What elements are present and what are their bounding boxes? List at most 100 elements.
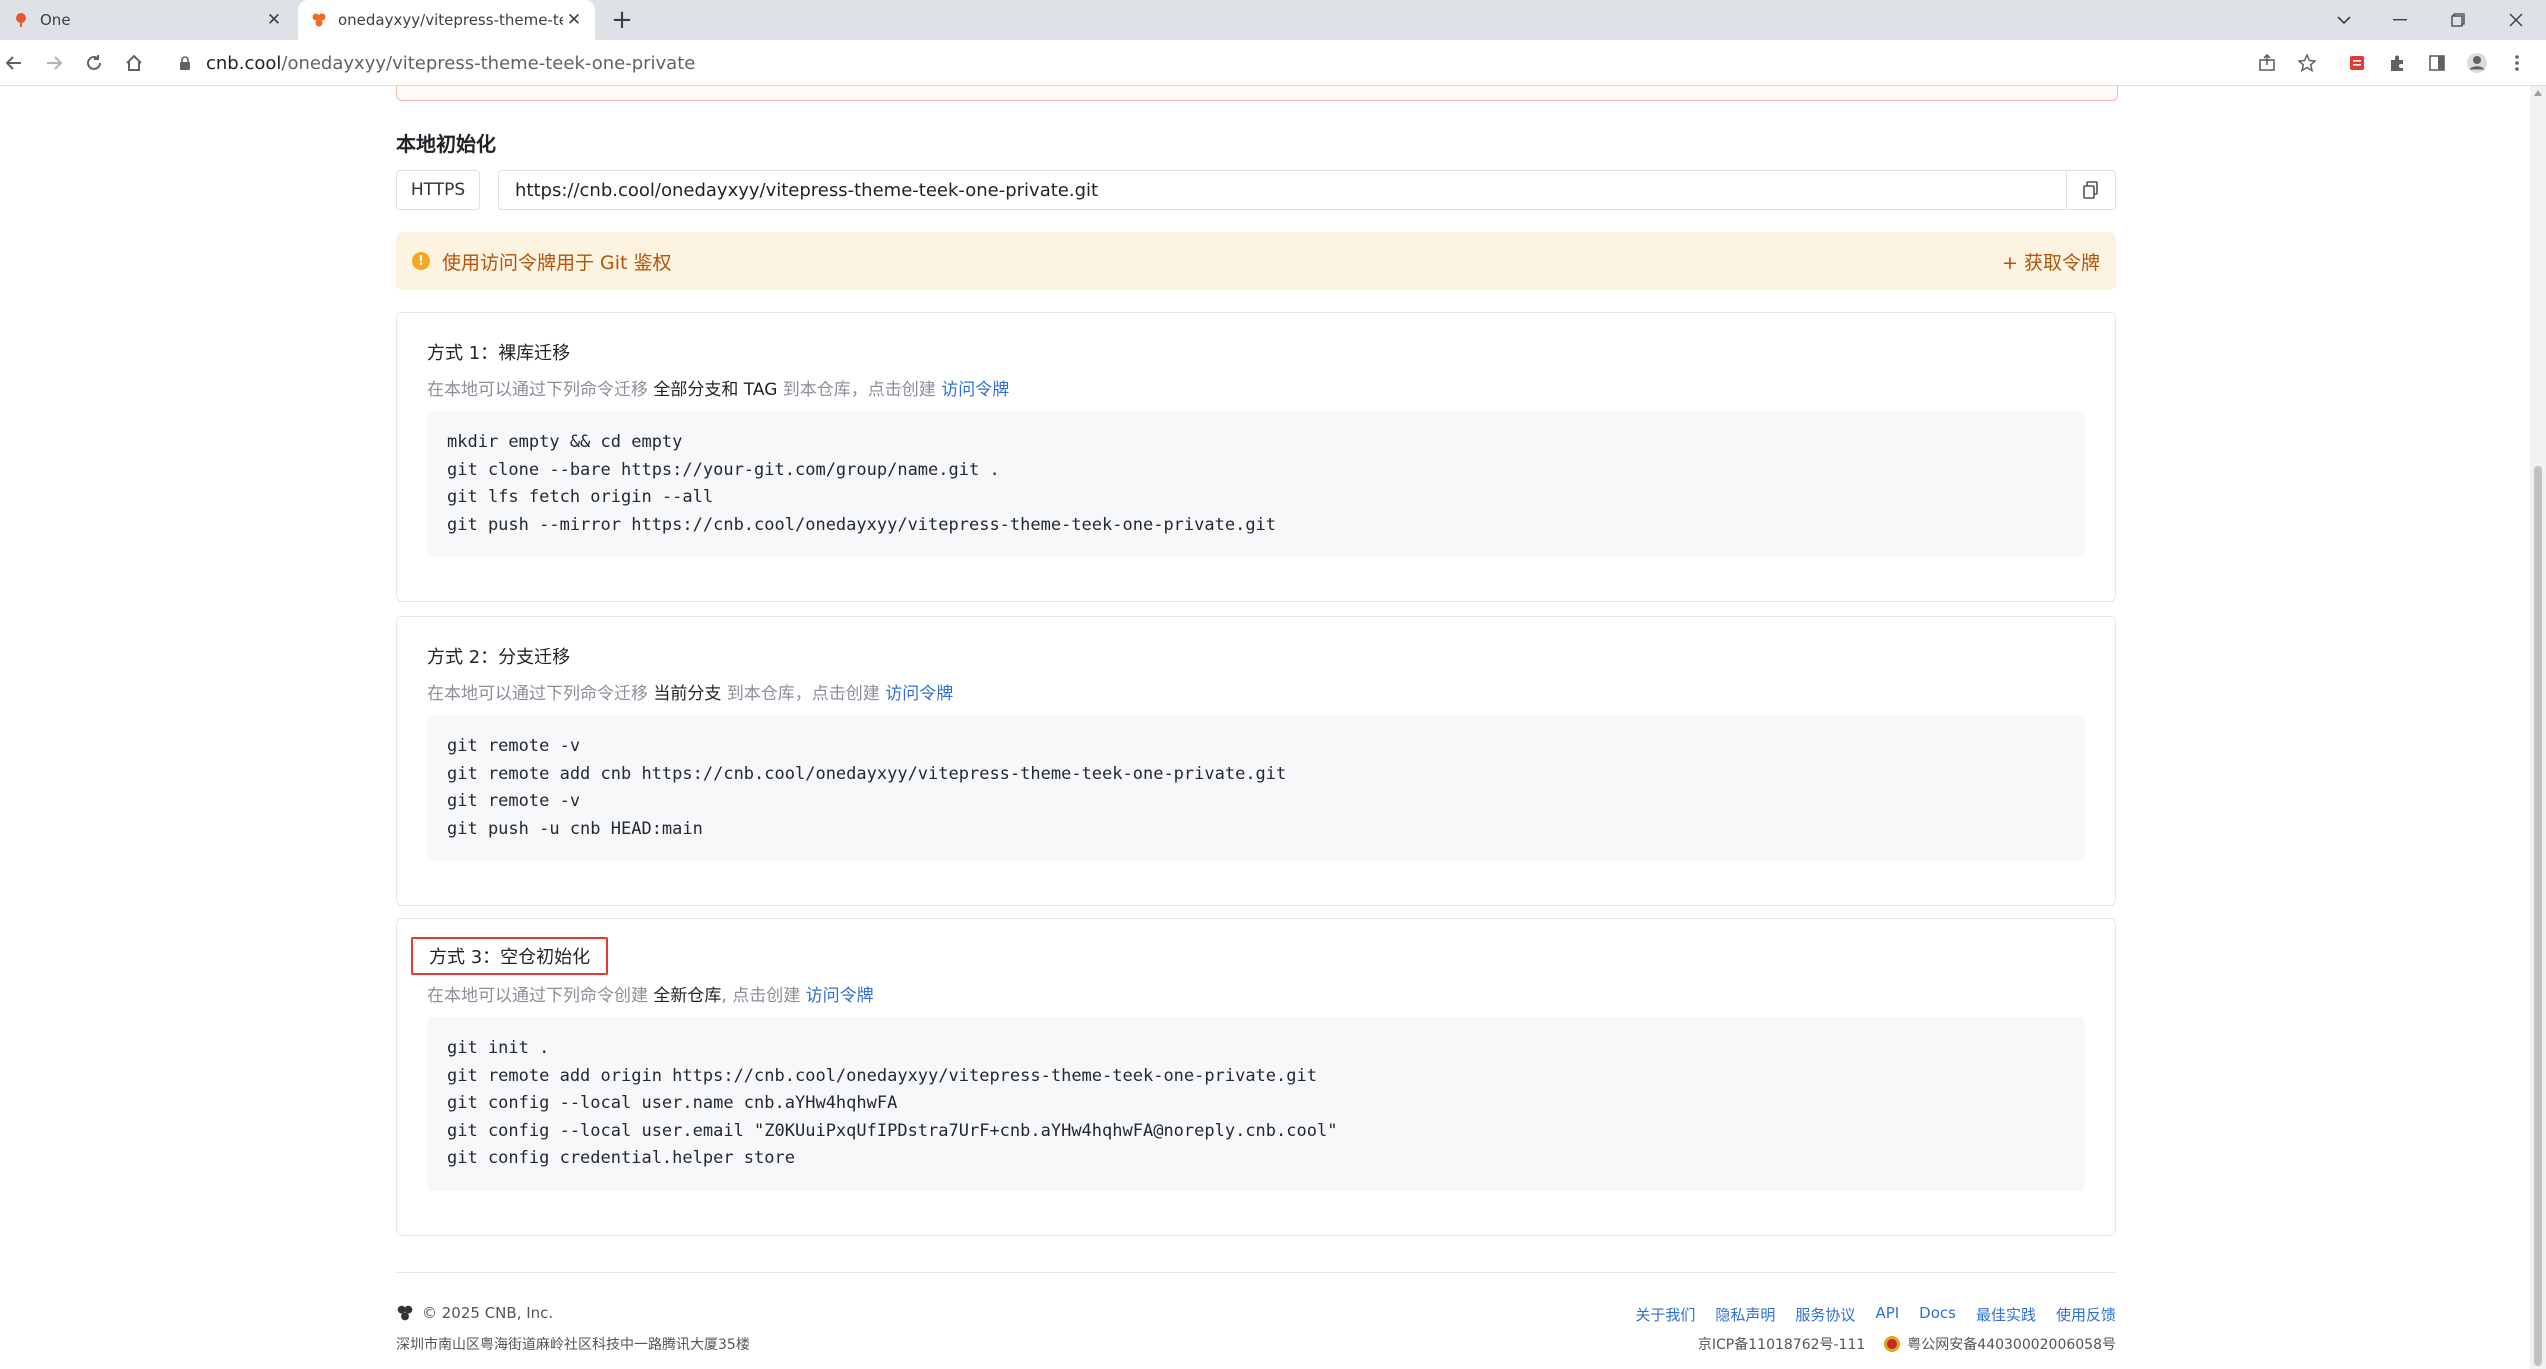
scrollbar-thumb[interactable] [2534, 466, 2542, 1366]
copy-icon[interactable] [2066, 171, 2115, 209]
footer-links: 关于我们 隐私声明 服务协议 API Docs 最佳实践 使用反馈 [1635, 1304, 2116, 1325]
address-bar[interactable]: cnb.cool/onedayxyy/vitepress-theme-teek-… [160, 45, 2340, 81]
police-record[interactable]: 粤公网安备44030002006058号 [1883, 1334, 2116, 1354]
back-icon[interactable] [0, 49, 28, 77]
get-token-button[interactable]: + 获取令牌 [2002, 248, 2100, 275]
method-title: 方式 2：分支迁移 [427, 647, 571, 668]
code-line: git push -u cnb HEAD:main [447, 818, 703, 839]
footer-link-terms[interactable]: 服务协议 [1795, 1304, 1855, 1325]
close-window-icon[interactable] [2488, 0, 2544, 40]
desc-emphasis: 全新仓库 [653, 986, 722, 1006]
desc-prefix: 在本地可以通过下列命令创建 [427, 986, 648, 1006]
method-card-1: 方式 1：裸库迁移 在本地可以通过下列命令迁移 全部分支和 TAG 到本仓库，点… [396, 312, 2116, 602]
code-line: git config --local user.email "Z0KUuiPxq… [447, 1120, 1338, 1141]
footer-address: 深圳市南山区粤海街道麻岭社区科技中一路腾讯大厦35楼 [396, 1337, 750, 1353]
code-line: git config credential.helper store [447, 1148, 795, 1168]
footer-link-docs[interactable]: Docs [1919, 1304, 1956, 1325]
method-description: 在本地可以通过下列命令迁移 全部分支和 TAG 到本仓库，点击创建 访问令牌 [427, 375, 1009, 400]
desc-emphasis: 当前分支 [653, 684, 722, 704]
new-tab-icon[interactable]: + [608, 5, 636, 35]
code-line: git lfs fetch origin --all [447, 487, 714, 507]
method-card-3: 方式 3：空仓初始化 在本地可以通过下列命令创建 全新仓库, 点击创建 访问令牌… [396, 918, 2116, 1236]
share-icon[interactable] [2254, 50, 2280, 76]
code-block[interactable]: git remote -v git remote add cnb https:/… [427, 715, 2085, 861]
footer-link-feedback[interactable]: 使用反馈 [2056, 1304, 2116, 1325]
cnb-favicon-icon [310, 11, 328, 29]
page-viewport: 本地初始化 HTTPS https://cnb.cool/onedayxyy/v… [0, 86, 2530, 1369]
clone-url-field[interactable]: https://cnb.cool/onedayxyy/vitepress-the… [498, 170, 2116, 210]
minimize-icon[interactable] [2372, 0, 2428, 40]
code-line: git remote add origin https://cnb.cool/o… [447, 1065, 1317, 1086]
scroll-up-icon[interactable] [2534, 90, 2542, 96]
desc-suffix: , 点击创建 [721, 986, 801, 1006]
extension-red-icon[interactable] [2344, 50, 2370, 76]
warning-icon: ! [412, 252, 430, 270]
desc-suffix: 到本仓库，点击创建 [726, 684, 880, 704]
lock-icon [178, 55, 192, 71]
url-path: /onedayxyy/vitepress-theme-teek-one-priv… [281, 52, 696, 74]
method-description: 在本地可以通过下列命令创建 全新仓库, 点击创建 访问令牌 [427, 981, 874, 1006]
code-line: git clone --bare https://your-git.com/gr… [447, 459, 1000, 480]
method-title-highlighted: 方式 3：空仓初始化 [411, 937, 609, 975]
browser-tab-active[interactable]: onedayxyy/vitepress-theme-te ✕ [298, 0, 595, 40]
side-panel-icon[interactable] [2424, 50, 2450, 76]
extensions-puzzle-icon[interactable] [2384, 50, 2410, 76]
protocol-select[interactable]: HTTPS [396, 170, 480, 210]
footer-link-about[interactable]: 关于我们 [1635, 1304, 1695, 1325]
restore-icon[interactable] [2430, 0, 2486, 40]
code-line: git remote -v [447, 736, 581, 756]
footer-divider [396, 1272, 2116, 1273]
url-host: cnb.cool [206, 52, 282, 74]
section-title: 本地初始化 [396, 132, 496, 156]
browser-toolbar: cnb.cool/onedayxyy/vitepress-theme-teek-… [0, 40, 2546, 86]
access-token-link[interactable]: 访问令牌 [885, 684, 953, 704]
icp-text[interactable]: 京ICP备11018762号-111 [1698, 1334, 1865, 1354]
clone-url-row: HTTPS https://cnb.cool/onedayxyy/vitepre… [396, 170, 2116, 210]
code-line: mkdir empty && cd empty [447, 432, 683, 452]
code-line: git remote add cnb https://cnb.cool/oned… [447, 763, 1287, 784]
desc-emphasis: 全部分支和 TAG [653, 380, 778, 400]
close-tab-icon[interactable]: ✕ [563, 9, 585, 31]
desc-prefix: 在本地可以通过下列命令迁移 [427, 684, 648, 704]
copyright-text: © 2025 CNB, Inc. [422, 1304, 554, 1322]
tab-favicon-icon [12, 11, 30, 29]
code-block[interactable]: git init . git remote add origin https:/… [427, 1017, 2085, 1191]
code-line: git push --mirror https://cnb.cool/oneda… [447, 514, 1277, 535]
footer-copyright: © 2025 CNB, Inc. [396, 1304, 553, 1322]
method-description: 在本地可以通过下列命令迁移 当前分支 到本仓库，点击创建 访问令牌 [427, 679, 953, 704]
access-token-link[interactable]: 访问令牌 [806, 986, 874, 1006]
page-scrollbar[interactable] [2530, 86, 2546, 1369]
home-icon[interactable] [120, 49, 148, 77]
previous-section-box [396, 86, 2118, 101]
footer-registration: 京ICP备11018762号-111 粤公网安备44030002006058号 [1698, 1334, 2116, 1354]
browser-menu-icon[interactable] [2504, 50, 2530, 76]
footer-link-best-practices[interactable]: 最佳实践 [1976, 1304, 2036, 1325]
token-notice: ! 使用访问令牌用于 Git 鉴权 + 获取令牌 [396, 232, 2116, 290]
cnb-logo-icon [396, 1304, 414, 1322]
tab-search-icon[interactable] [2316, 0, 2372, 40]
profile-avatar-icon[interactable] [2464, 50, 2490, 76]
access-token-link[interactable]: 访问令牌 [941, 380, 1009, 400]
browser-tab-bar: One ✕ onedayxyy/vitepress-theme-te ✕ + [0, 0, 2546, 40]
bookmark-star-icon[interactable] [2294, 50, 2320, 76]
tab-title: onedayxyy/vitepress-theme-te [338, 11, 563, 29]
footer-link-privacy[interactable]: 隐私声明 [1715, 1304, 1775, 1325]
desc-prefix: 在本地可以通过下列命令迁移 [427, 380, 648, 400]
code-line: git config --local user.name cnb.aYHw4hq… [447, 1093, 898, 1113]
forward-icon[interactable] [40, 49, 68, 77]
reload-icon[interactable] [80, 49, 108, 77]
browser-tab-one[interactable]: One ✕ [0, 0, 295, 40]
tab-title: One [40, 11, 71, 29]
code-line: git remote -v [447, 791, 581, 811]
code-block[interactable]: mkdir empty && cd empty git clone --bare… [427, 411, 2085, 557]
method-card-2: 方式 2：分支迁移 在本地可以通过下列命令迁移 当前分支 到本仓库，点击创建 访… [396, 616, 2116, 906]
method-title: 方式 1：裸库迁移 [427, 343, 571, 364]
code-line: git init . [447, 1038, 550, 1058]
desc-suffix: 到本仓库，点击创建 [782, 380, 936, 400]
notice-message: 使用访问令牌用于 Git 鉴权 [442, 251, 672, 274]
police-text: 粤公网安备44030002006058号 [1907, 1337, 2116, 1353]
close-tab-icon[interactable]: ✕ [263, 9, 285, 31]
footer-link-api[interactable]: API [1875, 1304, 1899, 1325]
police-badge-icon [1883, 1335, 1901, 1353]
clone-url-text: https://cnb.cool/onedayxyy/vitepress-the… [515, 179, 1099, 201]
